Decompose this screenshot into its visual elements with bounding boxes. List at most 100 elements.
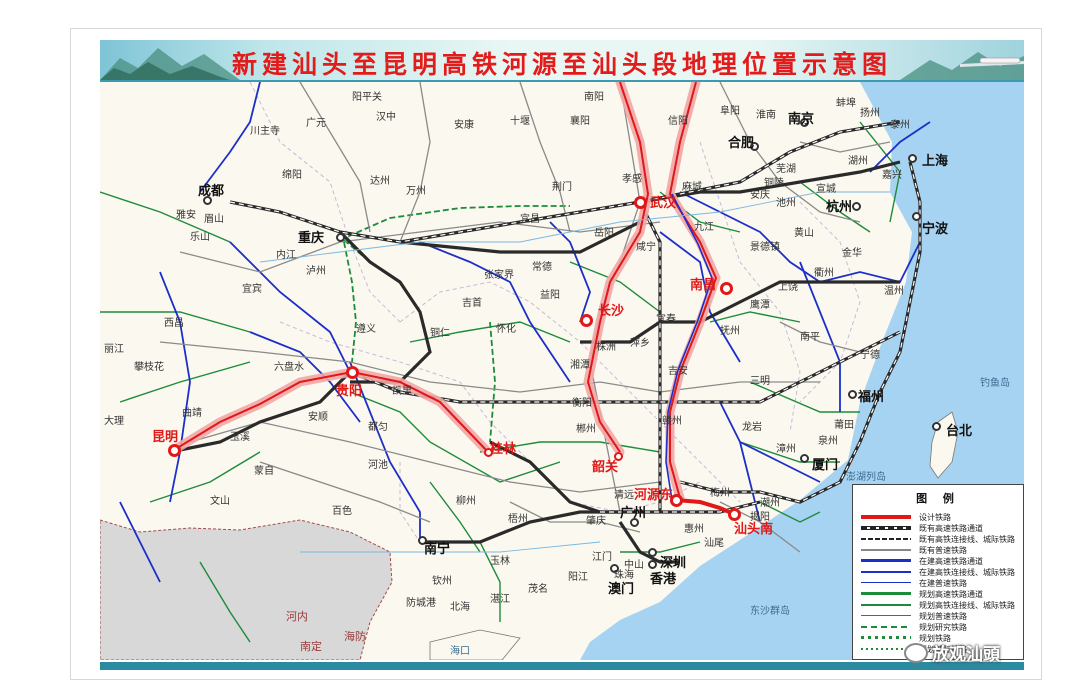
city-label-minor: 襄阳 (570, 116, 590, 127)
city-dot-nanchang (720, 282, 733, 295)
city-label-minor: 湛江 (490, 594, 510, 605)
city-label-changsha[interactable]: 长沙 (598, 300, 624, 319)
city-label-guangzhou[interactable]: 广州 (620, 502, 646, 521)
city-label-minor: 防城港 (406, 598, 436, 609)
map-title: 新建汕头至昆明高铁河源至汕头段地理位置示意图 (231, 50, 892, 79)
city-label-minor: 南阳 (584, 92, 604, 103)
city-label-guilin[interactable]: 桂林 (490, 438, 516, 457)
city-label-minor: 江门 (592, 552, 612, 563)
city-label-minor: 肇庆 (586, 516, 606, 527)
city-label-minor: 怀化 (496, 324, 516, 335)
city-label-minor: 西昌 (164, 318, 184, 329)
city-label-minor: 景德镇 (750, 242, 780, 253)
foreign-label: 河内 (286, 610, 308, 623)
city-label-minor: 广元 (306, 118, 326, 129)
city-label-minor: 漳州 (776, 444, 796, 455)
city-label-minor: 绵阳 (282, 170, 302, 181)
city-label-minor: 宣城 (816, 184, 836, 195)
city-label-minor: 达州 (370, 176, 390, 187)
city-label-minor: 三明 (750, 376, 770, 387)
city-label-minor: 咸宁 (636, 242, 656, 253)
city-dot-hangzhou (852, 202, 861, 211)
city-label-heyuandong[interactable]: 河源东 (634, 484, 673, 503)
city-label-hangzhou[interactable]: 杭州 (826, 196, 852, 215)
city-label-minor: 萍乡 (630, 338, 650, 349)
city-label-minor: 岳阳 (594, 228, 614, 239)
city-label-kunming[interactable]: 昆明 (152, 426, 178, 445)
city-label-minor: 惠州 (684, 524, 704, 535)
city-label-minor: 曲靖 (182, 408, 202, 419)
city-label-minor: 泉州 (818, 436, 838, 447)
city-label-minor: 吉安 (668, 366, 688, 377)
city-dot-wuhan (634, 196, 647, 209)
city-label-shanghai[interactable]: 上海 (922, 150, 948, 169)
city-dot-shenzhen (648, 548, 657, 557)
watermark-text: 放观汕頭 (932, 645, 1000, 665)
city-label-minor: 梧州 (508, 514, 528, 525)
city-label-minor: 清远 (614, 490, 634, 501)
city-dot-chongqing (336, 233, 345, 242)
title-banner: 新建汕头至昆明高铁河源至汕头段地理位置示意图 (100, 40, 1024, 82)
city-label-minor: 黄山 (794, 228, 814, 239)
city-dot-kunming (168, 444, 181, 457)
city-label-shaoguan[interactable]: 韶关 (592, 456, 618, 475)
city-label-minor: 九江 (694, 222, 714, 233)
city-label-wuhan[interactable]: 武汉 (650, 192, 676, 211)
city-label-nanning[interactable]: 南宁 (424, 538, 450, 557)
city-label-nanchang[interactable]: 南昌 (690, 274, 716, 293)
city-label-taipei[interactable]: 台北 (946, 420, 972, 439)
city-label-minor: 抚州 (720, 326, 740, 337)
city-label-minor: 阳江 (568, 572, 588, 583)
city-label-minor: 川主寺 (250, 126, 280, 137)
city-label-minor: 嘉兴 (882, 170, 902, 181)
city-label-minor: 淮南 (756, 110, 776, 121)
legend-title: 图 例 (916, 492, 960, 505)
city-label-minor: 眉山 (204, 214, 224, 225)
city-label-minor: 汉中 (376, 112, 396, 123)
city-label-ningbo[interactable]: 宁波 (922, 218, 948, 237)
city-label-minor: 攀枝花 (134, 362, 164, 373)
city-label-minor: 温州 (884, 286, 904, 297)
city-label-minor: 湖州 (848, 156, 868, 167)
city-label-minor: 遵义 (356, 324, 376, 335)
city-label-minor: 万州 (406, 186, 426, 197)
city-label-minor: 荆门 (552, 182, 572, 193)
city-label-guiyang[interactable]: 贵阳 (336, 380, 362, 399)
city-label-hefei[interactable]: 合肥 (728, 132, 754, 151)
city-label-minor: 凯里 (392, 386, 412, 397)
foreign-label: 南定 (300, 640, 322, 653)
city-label-fuzhou[interactable]: 福州 (858, 386, 884, 405)
hainan-island (429, 629, 521, 660)
city-label-minor: 莆田 (834, 420, 854, 431)
city-label-minor: 阜阳 (720, 106, 740, 117)
city-label-nanjing[interactable]: 南京 (788, 108, 814, 127)
sea-label: 东沙群岛 (750, 606, 790, 617)
city-label-minor: 上饶 (778, 282, 798, 293)
existing-ordinary-lines (159, 82, 891, 553)
city-label-minor: 扬州 (860, 108, 880, 119)
wechat-icon (904, 642, 928, 663)
city-label-minor: 文山 (210, 496, 230, 507)
watermark: 放观汕頭 (904, 640, 1000, 665)
city-label-minor: 宜昌 (520, 214, 540, 225)
bottom-bar (100, 662, 1024, 670)
city-label-minor: 宁德 (860, 350, 880, 361)
city-label-hongkong[interactable]: 香港 (650, 568, 676, 587)
city-label-minor: 泸州 (306, 266, 326, 277)
city-label-minor: 蚌埠 (836, 98, 856, 109)
city-label-xiamen[interactable]: 厦门 (812, 454, 838, 473)
city-label-minor: 北海 (450, 602, 470, 613)
city-label-chongqing[interactable]: 重庆 (298, 227, 324, 246)
city-label-minor: 大理 (104, 416, 124, 427)
city-label-minor: 玉溪 (230, 432, 250, 443)
city-label-minor: 阳平关 (352, 92, 382, 103)
city-label-chengdu[interactable]: 成都 (198, 180, 224, 199)
city-label-minor: 泰州 (890, 120, 910, 131)
city-label-minor: 池州 (776, 198, 796, 209)
city-label-minor: 茂名 (528, 584, 548, 595)
city-dot-changsha (580, 314, 593, 327)
city-label-minor: 汕尾 (704, 538, 724, 549)
city-dot-xiamen (800, 454, 809, 463)
city-label-minor: 丽江 (104, 344, 124, 355)
city-label-minor: 芜湖 (776, 164, 796, 175)
